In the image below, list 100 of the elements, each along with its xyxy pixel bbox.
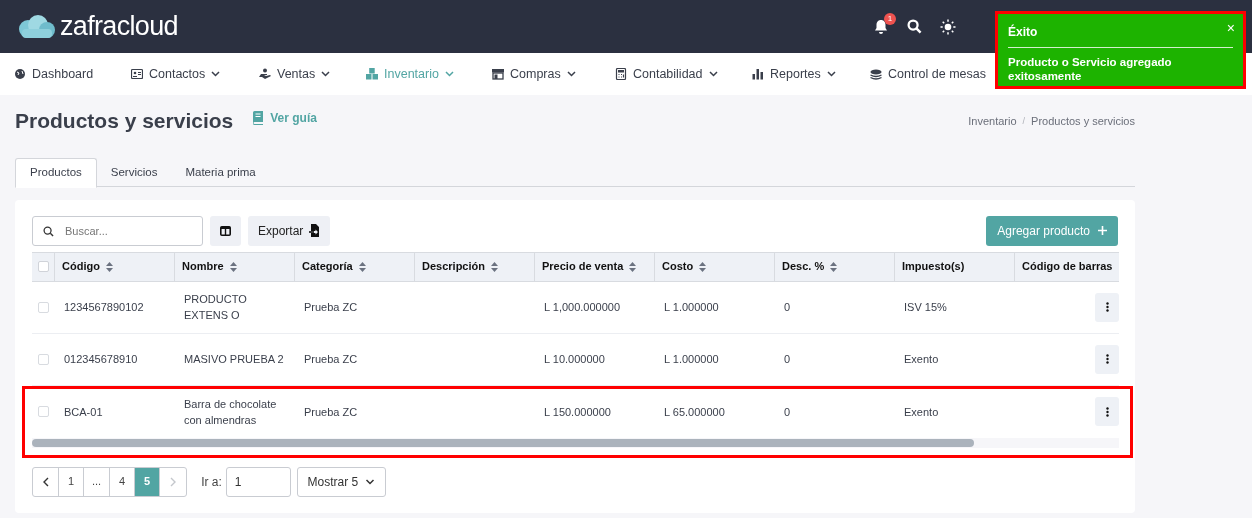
store-icon: [492, 68, 504, 80]
cloud-logo-icon: [16, 13, 56, 40]
chevron-down-icon: [708, 71, 718, 77]
page-title: Productos y servicios: [15, 108, 234, 134]
table-cell-text: 0: [784, 300, 791, 315]
sun-icon[interactable]: [940, 18, 956, 35]
breadcrumb-link[interactable]: Productos y servicios: [1031, 113, 1135, 130]
column-header[interactable]: Nombre: [182, 258, 224, 275]
sort-icon: [699, 261, 707, 272]
sort-icon: [358, 261, 366, 272]
more-vertical-icon: [1105, 354, 1109, 364]
plus-icon: [1098, 226, 1107, 235]
table-cell-text: Exento: [904, 352, 939, 367]
column-header[interactable]: Código: [62, 258, 100, 275]
table-cell-text: 0: [784, 404, 791, 420]
tab[interactable]: Servicios: [96, 157, 172, 188]
sort-icon: [229, 261, 237, 272]
table-cell-text: ISV 15%: [904, 300, 947, 315]
chevron-left-icon: [42, 476, 49, 487]
row-checkbox[interactable]: [38, 406, 49, 417]
table-cell-text: L 1.000000: [664, 352, 719, 367]
table-cell-text: 0: [784, 352, 791, 367]
nav-item[interactable]: Compras: [492, 59, 615, 89]
nav-item[interactable]: Contactos: [131, 59, 259, 89]
toast-message: Producto o Servicio agregado exitosamente: [1008, 55, 1173, 83]
table-cell-text: Exento: [904, 404, 939, 420]
row-actions-button[interactable]: [1095, 292, 1119, 322]
export-button[interactable]: Exportar: [248, 215, 331, 246]
file-export-icon: [309, 224, 321, 237]
more-vertical-icon: [1105, 406, 1109, 417]
nav-item[interactable]: Contabilidad: [615, 59, 752, 89]
breadcrumb-link[interactable]: Inventario: [968, 113, 1017, 130]
tab[interactable]: Productos: [15, 157, 97, 188]
chevron-down-icon: [444, 71, 454, 77]
search-field[interactable]: Buscar...: [32, 215, 203, 246]
column-header[interactable]: Descripción: [422, 258, 485, 275]
breadcrumb-separator: /: [1022, 114, 1026, 128]
table-cell-text: L 150.000000: [544, 404, 611, 420]
table-cell-text: 012345678910: [64, 352, 138, 367]
table-cell-text: PRODUCTO EXTENS O: [184, 292, 248, 323]
table-cell-text: L 1,000.000000: [544, 300, 621, 315]
column-header[interactable]: Categoría: [302, 258, 353, 275]
table-cell-text: Prueba ZC: [304, 300, 358, 315]
nav-item[interactable]: Dashboard: [14, 59, 131, 89]
calculator-icon: [615, 68, 627, 80]
logo-text: zafracloud: [60, 13, 178, 40]
table-cell-text: MASIVO PRUEBA 2: [184, 352, 284, 367]
horizontal-scrollbar[interactable]: [32, 437, 1119, 448]
chevron-right-icon: [170, 476, 177, 487]
chevron-down-icon: [211, 71, 221, 77]
chevron-down-icon: [321, 71, 331, 77]
id-card-icon: [131, 68, 143, 80]
page-button[interactable]: ...: [84, 467, 111, 496]
bell-icon[interactable]: [873, 18, 889, 35]
book-icon: [252, 111, 265, 125]
column-header[interactable]: Impuesto(s): [902, 258, 965, 275]
column-header[interactable]: Desc. %: [782, 258, 825, 275]
bar-chart-icon: [752, 68, 764, 80]
goto-label: Ir a:: [201, 473, 222, 491]
sort-icon: [830, 261, 838, 272]
table-cell-text: L 10.000000: [544, 352, 605, 367]
columns-button[interactable]: [210, 215, 241, 246]
page-size-select[interactable]: Mostrar 5: [296, 466, 386, 497]
chevron-down-icon: [365, 478, 376, 485]
search-icon[interactable]: [907, 19, 922, 34]
notification-badge: 1: [884, 12, 896, 25]
table-cell-text: BCA-01: [64, 404, 103, 420]
nav-item[interactable]: Ventas: [259, 59, 366, 89]
column-header[interactable]: Precio de venta: [542, 258, 624, 275]
boxes-icon: [366, 68, 378, 80]
table-cell-text: L 65.000000: [664, 404, 725, 420]
row-actions-button[interactable]: [1095, 397, 1119, 426]
table-cell-text: 1234567890102: [64, 300, 144, 315]
column-header[interactable]: Costo: [662, 258, 694, 275]
globe-icon: [14, 68, 26, 80]
scrollbar-thumb[interactable]: [32, 438, 974, 447]
columns-icon: [220, 225, 231, 236]
table-cell-text: L 1.000000: [664, 300, 719, 315]
nav-item[interactable]: Reportes: [752, 59, 870, 89]
column-header[interactable]: Código de barras: [1022, 258, 1113, 275]
table-cell-text: Barra de chocolate con almendras: [184, 396, 278, 428]
row-checkbox[interactable]: [38, 301, 49, 313]
sort-icon: [629, 261, 637, 272]
nav-item[interactable]: Control de mesas: [870, 59, 1000, 89]
row-actions-button[interactable]: [1095, 344, 1119, 374]
sort-icon: [490, 261, 498, 272]
select-all-checkbox[interactable]: [37, 261, 49, 272]
sort-icon: [105, 261, 113, 272]
table-cell-text: Prueba ZC: [304, 404, 358, 420]
toast-title: Éxito: [1008, 23, 1038, 41]
table-cell-text: Prueba ZC: [304, 352, 358, 367]
search-icon: [43, 225, 54, 237]
page-button[interactable]: 1: [59, 467, 84, 496]
chevron-down-icon: [566, 71, 576, 77]
more-vertical-icon: [1105, 302, 1109, 312]
stack-icon: [870, 68, 882, 80]
tab[interactable]: Materia prima: [171, 157, 270, 188]
goto-page-field[interactable]: 1: [225, 466, 291, 497]
hand-icon: [259, 68, 271, 80]
row-checkbox[interactable]: [38, 353, 49, 365]
